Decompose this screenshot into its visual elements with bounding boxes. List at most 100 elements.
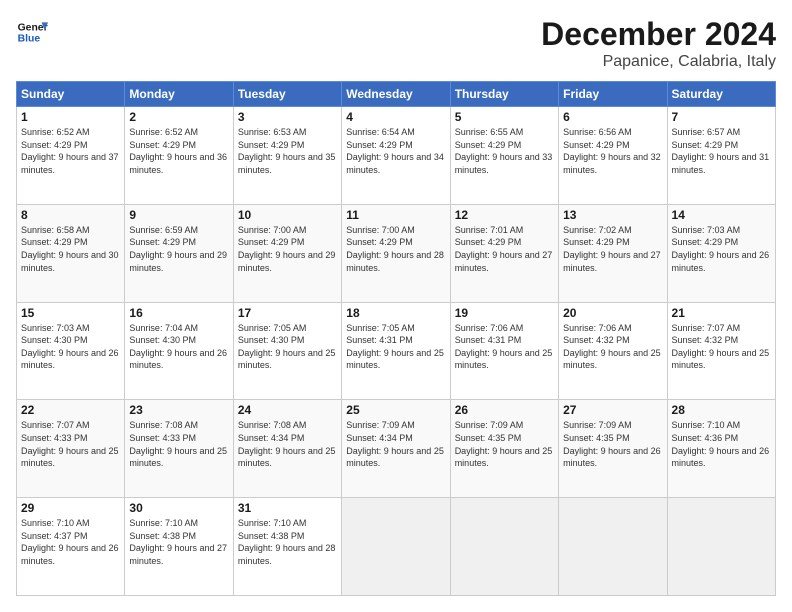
day-info: Sunrise: 7:04 AM Sunset: 4:30 PM Dayligh… bbox=[129, 322, 228, 372]
table-row: 7Sunrise: 6:57 AM Sunset: 4:29 PM Daylig… bbox=[667, 107, 775, 205]
day-number: 8 bbox=[21, 208, 120, 222]
calendar-row: 22 Sunrise: 7:07 AM Sunset: 4:33 PM Dayli… bbox=[17, 400, 776, 498]
day-number: 4 bbox=[346, 110, 445, 124]
table-row: 23 Sunrise: 7:08 AM Sunset: 4:33 PM Dayli… bbox=[125, 400, 233, 498]
calendar-row: 29 Sunrise: 7:10 AM Sunset: 4:37 PM Dayli… bbox=[17, 498, 776, 596]
table-row: 8 Sunrise: 6:58 AM Sunset: 4:29 PM Daylig… bbox=[17, 204, 125, 302]
day-number: 26 bbox=[455, 403, 554, 417]
table-row: 6 Sunrise: 6:56 AM Sunset: 4:29 PM Daylig… bbox=[559, 107, 667, 205]
day-number: 9 bbox=[129, 208, 228, 222]
day-info: Sunrise: 7:06 AM Sunset: 4:31 PM Dayligh… bbox=[455, 322, 554, 372]
day-info: Sunrise: 7:03 AM Sunset: 4:29 PM Dayligh… bbox=[672, 224, 771, 274]
day-info: Sunrise: 7:08 AM Sunset: 4:34 PM Dayligh… bbox=[238, 419, 337, 469]
table-row: 9Sunrise: 6:59 AM Sunset: 4:29 PM Daylig… bbox=[125, 204, 233, 302]
table-row: 15Sunrise: 7:03 AM Sunset: 4:30 PM Dayli… bbox=[17, 302, 125, 400]
day-number: 11 bbox=[346, 208, 445, 222]
table-row bbox=[450, 498, 558, 596]
day-number: 27 bbox=[563, 403, 662, 417]
day-number: 24 bbox=[238, 403, 337, 417]
table-row: 14Sunrise: 7:03 AM Sunset: 4:29 PM Dayli… bbox=[667, 204, 775, 302]
header-row: Sunday Monday Tuesday Wednesday Thursday… bbox=[17, 82, 776, 107]
day-info: Sunrise: 7:00 AM Sunset: 4:29 PM Dayligh… bbox=[346, 224, 445, 274]
day-number: 5 bbox=[455, 110, 554, 124]
day-info: Sunrise: 6:53 AM Sunset: 4:29 PM Dayligh… bbox=[238, 126, 337, 176]
day-info: Sunrise: 6:52 AM Sunset: 4:29 PM Dayligh… bbox=[21, 126, 120, 176]
table-row: 26 Sunrise: 7:09 AM Sunset: 4:35 PM Dayli… bbox=[450, 400, 558, 498]
col-saturday: Saturday bbox=[667, 82, 775, 107]
day-info: Sunrise: 6:58 AM Sunset: 4:29 PM Dayligh… bbox=[21, 224, 120, 274]
calendar-row: 15Sunrise: 7:03 AM Sunset: 4:30 PM Dayli… bbox=[17, 302, 776, 400]
day-info: Sunrise: 7:02 AM Sunset: 4:29 PM Dayligh… bbox=[563, 224, 662, 274]
title-block: December 2024 Papanice, Calabria, Italy bbox=[541, 16, 776, 71]
table-row: 18Sunrise: 7:05 AM Sunset: 4:31 PM Dayli… bbox=[342, 302, 450, 400]
col-monday: Monday bbox=[125, 82, 233, 107]
day-info: Sunrise: 7:09 AM Sunset: 4:35 PM Dayligh… bbox=[455, 419, 554, 469]
day-info: Sunrise: 7:08 AM Sunset: 4:33 PM Dayligh… bbox=[129, 419, 228, 469]
col-friday: Friday bbox=[559, 82, 667, 107]
day-number: 6 bbox=[563, 110, 662, 124]
day-info: Sunrise: 7:06 AM Sunset: 4:32 PM Dayligh… bbox=[563, 322, 662, 372]
day-number: 17 bbox=[238, 306, 337, 320]
day-info: Sunrise: 7:10 AM Sunset: 4:38 PM Dayligh… bbox=[129, 517, 228, 567]
day-number: 23 bbox=[129, 403, 228, 417]
table-row: 29 Sunrise: 7:10 AM Sunset: 4:37 PM Dayli… bbox=[17, 498, 125, 596]
calendar-table: Sunday Monday Tuesday Wednesday Thursday… bbox=[16, 81, 776, 596]
table-row: 3 Sunrise: 6:53 AM Sunset: 4:29 PM Daylig… bbox=[233, 107, 341, 205]
day-number: 3 bbox=[238, 110, 337, 124]
table-row: 13 Sunrise: 7:02 AM Sunset: 4:29 PM Dayli… bbox=[559, 204, 667, 302]
day-number: 12 bbox=[455, 208, 554, 222]
table-row: 17Sunrise: 7:05 AM Sunset: 4:30 PM Dayli… bbox=[233, 302, 341, 400]
day-info: Sunrise: 7:10 AM Sunset: 4:36 PM Dayligh… bbox=[672, 419, 771, 469]
day-info: Sunrise: 7:09 AM Sunset: 4:35 PM Dayligh… bbox=[563, 419, 662, 469]
day-number: 2 bbox=[129, 110, 228, 124]
day-number: 30 bbox=[129, 501, 228, 515]
location: Papanice, Calabria, Italy bbox=[541, 53, 776, 71]
svg-text:Blue: Blue bbox=[18, 34, 41, 45]
day-number: 13 bbox=[563, 208, 662, 222]
table-row: 16 Sunrise: 7:04 AM Sunset: 4:30 PM Dayli… bbox=[125, 302, 233, 400]
day-info: Sunrise: 6:57 AM Sunset: 4:29 PM Dayligh… bbox=[672, 126, 771, 176]
day-number: 16 bbox=[129, 306, 228, 320]
day-info: Sunrise: 6:52 AM Sunset: 4:29 PM Dayligh… bbox=[129, 126, 228, 176]
table-row: 4 Sunrise: 6:54 AM Sunset: 4:29 PM Daylig… bbox=[342, 107, 450, 205]
col-tuesday: Tuesday bbox=[233, 82, 341, 107]
calendar-row: 8 Sunrise: 6:58 AM Sunset: 4:29 PM Daylig… bbox=[17, 204, 776, 302]
table-row: 24 Sunrise: 7:08 AM Sunset: 4:34 PM Dayli… bbox=[233, 400, 341, 498]
table-row: 22 Sunrise: 7:07 AM Sunset: 4:33 PM Dayli… bbox=[17, 400, 125, 498]
day-number: 1 bbox=[21, 110, 120, 124]
day-info: Sunrise: 6:54 AM Sunset: 4:29 PM Dayligh… bbox=[346, 126, 445, 176]
table-row bbox=[667, 498, 775, 596]
day-number: 28 bbox=[672, 403, 771, 417]
table-row: 30 Sunrise: 7:10 AM Sunset: 4:38 PM Dayli… bbox=[125, 498, 233, 596]
day-info: Sunrise: 7:10 AM Sunset: 4:37 PM Dayligh… bbox=[21, 517, 120, 567]
logo-icon: General Blue bbox=[16, 16, 48, 48]
month-title: December 2024 bbox=[541, 16, 776, 53]
day-info: Sunrise: 7:10 AM Sunset: 4:38 PM Dayligh… bbox=[238, 517, 337, 567]
col-wednesday: Wednesday bbox=[342, 82, 450, 107]
day-info: Sunrise: 7:00 AM Sunset: 4:29 PM Dayligh… bbox=[238, 224, 337, 274]
day-info: Sunrise: 7:09 AM Sunset: 4:34 PM Dayligh… bbox=[346, 419, 445, 469]
table-row: 5Sunrise: 6:55 AM Sunset: 4:29 PM Daylig… bbox=[450, 107, 558, 205]
table-row: 2 Sunrise: 6:52 AM Sunset: 4:29 PM Daylig… bbox=[125, 107, 233, 205]
day-number: 10 bbox=[238, 208, 337, 222]
table-row: 21Sunrise: 7:07 AM Sunset: 4:32 PM Dayli… bbox=[667, 302, 775, 400]
day-number: 31 bbox=[238, 501, 337, 515]
col-thursday: Thursday bbox=[450, 82, 558, 107]
header: General Blue December 2024 Papanice, Cal… bbox=[16, 16, 776, 71]
table-row bbox=[342, 498, 450, 596]
calendar-row: 1 Sunrise: 6:52 AM Sunset: 4:29 PM Daylig… bbox=[17, 107, 776, 205]
day-number: 20 bbox=[563, 306, 662, 320]
table-row: 31 Sunrise: 7:10 AM Sunset: 4:38 PM Dayli… bbox=[233, 498, 341, 596]
page: General Blue December 2024 Papanice, Cal… bbox=[0, 0, 792, 612]
day-number: 15 bbox=[21, 306, 120, 320]
table-row: 27 Sunrise: 7:09 AM Sunset: 4:35 PM Dayli… bbox=[559, 400, 667, 498]
table-row bbox=[559, 498, 667, 596]
table-row: 12 Sunrise: 7:01 AM Sunset: 4:29 PM Dayli… bbox=[450, 204, 558, 302]
day-info: Sunrise: 7:01 AM Sunset: 4:29 PM Dayligh… bbox=[455, 224, 554, 274]
table-row: 28 Sunrise: 7:10 AM Sunset: 4:36 PM Dayli… bbox=[667, 400, 775, 498]
day-number: 22 bbox=[21, 403, 120, 417]
day-number: 19 bbox=[455, 306, 554, 320]
day-info: Sunrise: 7:07 AM Sunset: 4:33 PM Dayligh… bbox=[21, 419, 120, 469]
day-info: Sunrise: 6:56 AM Sunset: 4:29 PM Dayligh… bbox=[563, 126, 662, 176]
day-number: 29 bbox=[21, 501, 120, 515]
